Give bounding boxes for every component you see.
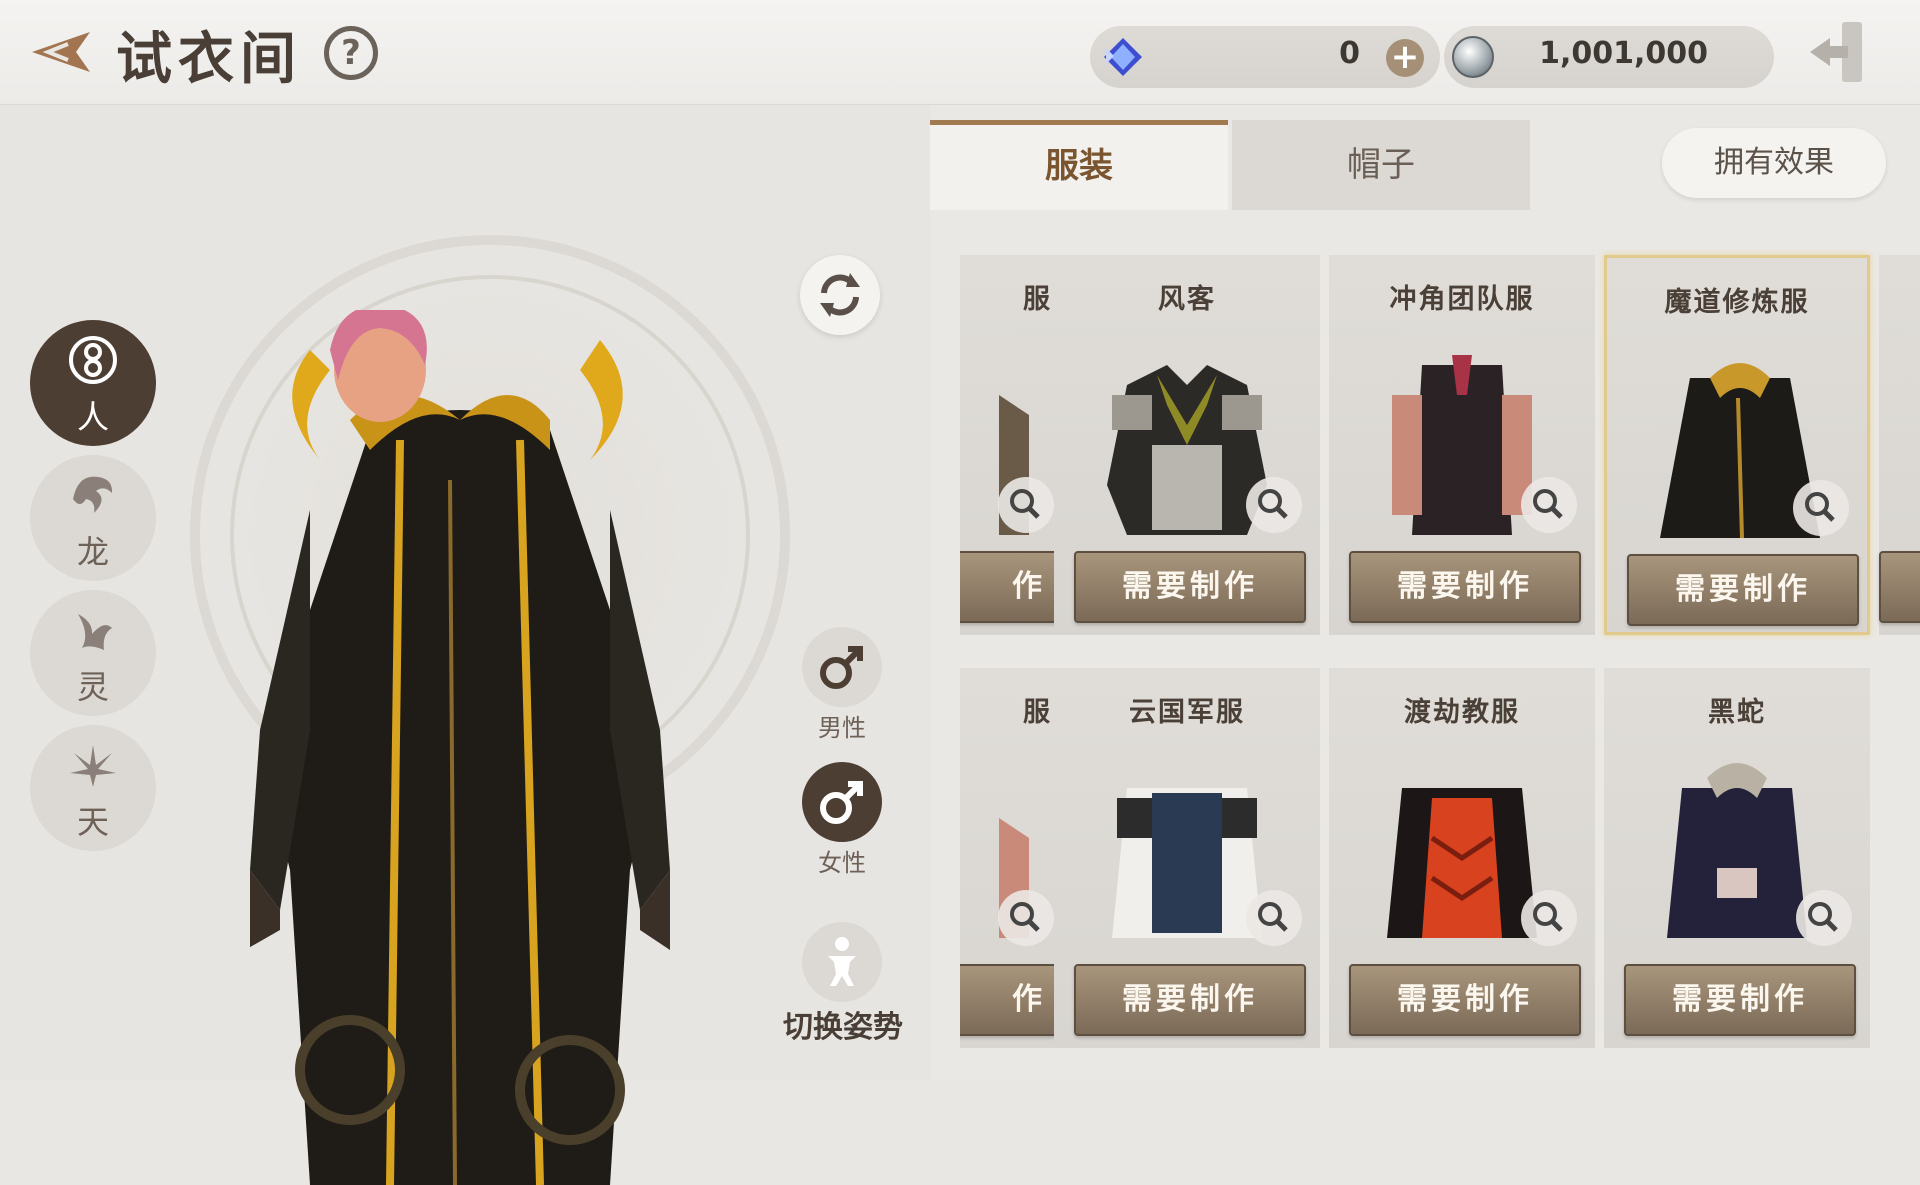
craft-required-button[interactable] (1879, 551, 1920, 623)
add-gems-button[interactable]: + (1386, 39, 1424, 77)
craft-required-button[interactable]: 作 (960, 551, 1058, 623)
craft-required-button[interactable]: 需要制作 (1074, 551, 1306, 623)
owned-effects-button[interactable]: 拥有效果 (1662, 128, 1886, 198)
magnifier-icon (1258, 902, 1288, 932)
zoom-button[interactable] (1521, 890, 1577, 946)
outfit-name: 风客 (1158, 284, 1216, 315)
zoom-button[interactable] (1521, 477, 1577, 533)
outfit-name: 魔道修炼服 (1664, 287, 1810, 318)
zoom-button[interactable] (1246, 890, 1302, 946)
zoom-button[interactable] (1793, 480, 1849, 536)
outfit-card-selected[interactable]: 魔道修炼服 需要制作 (1604, 255, 1870, 635)
race-label: 人 (76, 398, 109, 436)
exit-icon[interactable] (1802, 16, 1874, 88)
outfit-card[interactable]: 风客 需要制作 (1054, 255, 1320, 635)
outfit-name: 渡劫教服 (1404, 697, 1520, 728)
zoom-button[interactable] (1246, 477, 1302, 533)
magnifier-icon (1533, 489, 1563, 519)
person-pose-icon (828, 937, 856, 986)
race-label: 天 (76, 803, 109, 841)
outfit-card[interactable]: 冲角团队服 需要制作 (1329, 255, 1595, 635)
character-model (250, 310, 670, 1185)
switch-pose-button[interactable] (802, 922, 882, 1002)
tab-clothes[interactable]: 服装 (930, 120, 1228, 210)
coin-balance: 1,001,000 (1444, 26, 1774, 88)
craft-required-button[interactable]: 需要制作 (1074, 964, 1306, 1036)
craft-required-button[interactable]: 需要制作 (1627, 554, 1859, 626)
female-symbol-icon (820, 781, 863, 824)
zoom-button[interactable] (998, 477, 1054, 533)
heaven-race-icon (70, 745, 116, 787)
coin-icon (1452, 36, 1494, 78)
back-arrow-icon[interactable] (18, 22, 98, 82)
race-dragon-button[interactable]: 龙 (30, 455, 156, 581)
male-button[interactable] (802, 627, 882, 707)
gem-icon (1104, 38, 1142, 76)
craft-required-button[interactable]: 需要制作 (1349, 964, 1581, 1036)
race-spirit-button[interactable]: 灵 (30, 590, 156, 716)
gem-balance: 0 + (1090, 26, 1440, 88)
help-button[interactable]: ? (324, 26, 378, 80)
magnifier-icon (1258, 489, 1288, 519)
rotate-view-button[interactable] (800, 255, 880, 335)
zoom-button[interactable] (998, 890, 1054, 946)
magnifier-icon (1808, 902, 1838, 932)
male-label: 男性 (818, 714, 866, 742)
coin-count: 1,001,000 (1539, 36, 1708, 71)
craft-required-button[interactable]: 需要制作 (1349, 551, 1581, 623)
race-heaven-button[interactable]: 天 (30, 725, 156, 851)
outfit-card[interactable]: 云国军服 需要制作 (1054, 668, 1320, 1048)
female-button[interactable] (802, 762, 882, 842)
craft-required-button[interactable]: 需要制作 (1624, 964, 1856, 1036)
race-human-button[interactable]: 人 (30, 320, 156, 446)
outfit-name: 冲角团队服 (1389, 284, 1535, 315)
page-title: 试衣间 (116, 27, 302, 92)
race-label: 灵 (76, 668, 109, 706)
top-bar: 试衣间 ? 0 + 1,001,000 (0, 0, 1920, 105)
magnifier-icon (1805, 492, 1835, 522)
magnifier-icon (1533, 902, 1563, 932)
outfit-grid[interactable]: 服 作 风客 需要制作 冲角团队服 需要制作 魔道修炼服 需要制作 服 作 云国… (960, 250, 1920, 1080)
outfit-card-partial[interactable] (1879, 255, 1920, 635)
spirit-race-icon (78, 614, 112, 650)
outfit-name: 黑蛇 (1708, 697, 1766, 728)
gem-count: 0 (1339, 36, 1360, 71)
craft-required-button[interactable]: 作 (960, 964, 1058, 1036)
zoom-button[interactable] (1796, 890, 1852, 946)
male-symbol-icon (820, 646, 863, 689)
outfit-card[interactable]: 黑蛇 需要制作 (1604, 668, 1870, 1048)
character-preview[interactable]: 人 龙 灵 天 男性 女性 (0, 105, 930, 1185)
magnifier-icon (1010, 489, 1040, 519)
tab-hats[interactable]: 帽子 (1232, 120, 1530, 210)
race-label: 龙 (76, 533, 109, 571)
human-race-icon (69, 336, 117, 384)
switch-pose-label[interactable]: 切换姿势 (768, 1002, 918, 1046)
female-label: 女性 (818, 849, 866, 877)
dragon-race-icon (73, 476, 113, 513)
outfit-card[interactable]: 渡劫教服 需要制作 (1329, 668, 1595, 1048)
outfit-name: 云国军服 (1129, 697, 1245, 728)
magnifier-icon (1010, 902, 1040, 932)
rotate-icon (820, 273, 860, 317)
